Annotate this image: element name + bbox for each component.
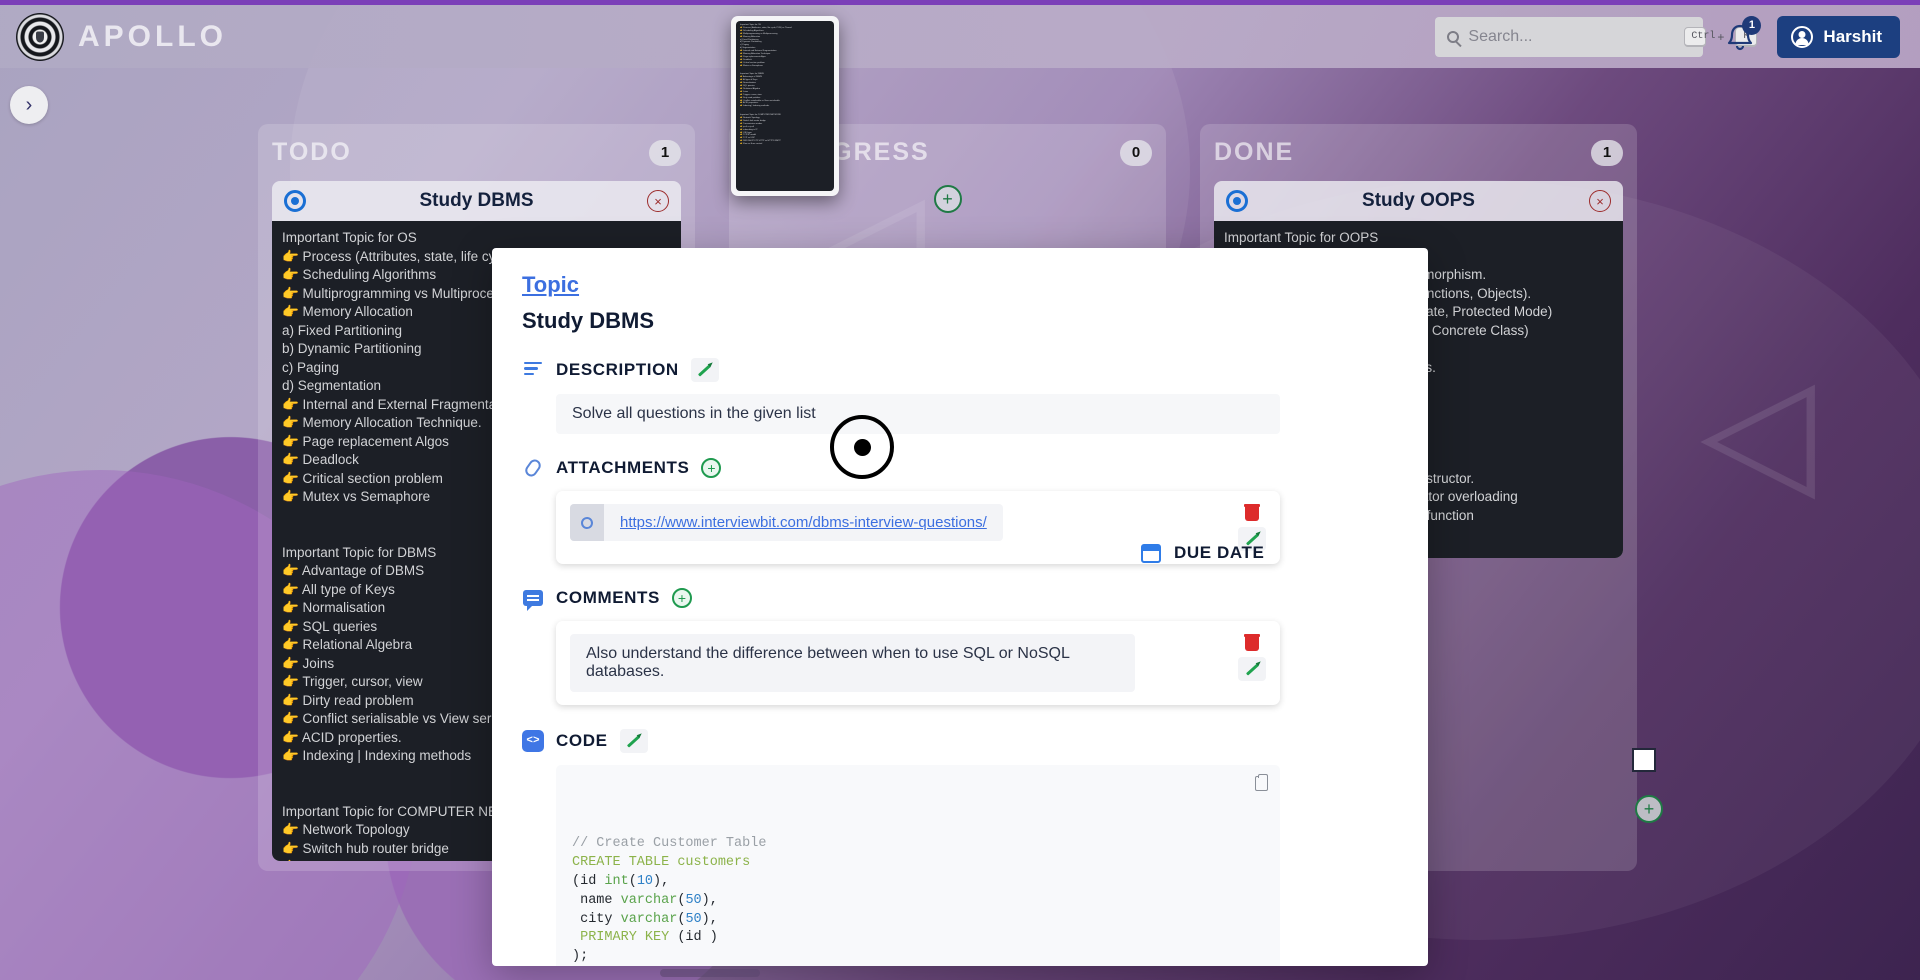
copy-code-button[interactable] [1255,774,1268,791]
modal-title: Study DBMS [522,308,654,333]
pencil-icon [1245,662,1259,676]
calendar-icon [1140,543,1162,563]
add-card-button-done[interactable]: + [1635,795,1663,823]
delete-attachment-button[interactable] [1244,504,1260,521]
code-icon: <> [522,730,544,752]
column-title: TODO [272,138,352,166]
column-count-badge: 0 [1120,139,1152,166]
code-line: // Create Customer Table [572,836,767,852]
attachment-url[interactable]: https://www.interviewbit.com/dbms-interv… [604,504,1003,541]
code-lines: // Create Customer Table CREATE TABLE cus… [572,835,1264,966]
delete-card-button[interactable]: × [647,190,669,212]
column-header: DONE 1 [1214,138,1623,167]
attachments-section-header: ATTACHMENTS + [522,457,1398,479]
description-label: DESCRIPTION [556,360,679,379]
notification-badge: 1 [1742,15,1762,35]
code-line: CREATE TABLE customers [572,855,751,871]
code-block: // Create Customer Table CREATE TABLE cus… [556,765,1280,966]
nav-right-group: Ctrl + K 1 Harshit [1435,15,1900,58]
column-title: DONE [1214,138,1295,166]
drag-preview-content: Important Topic for OS 👉 Process (Attrib… [736,21,834,191]
comment-actions [1238,634,1266,681]
cursor-indicator [830,415,894,479]
add-attachment-button[interactable]: + [701,458,722,478]
column-header: TODO 1 [272,138,681,167]
code-line: city varchar(50), [572,911,718,927]
description-icon [522,362,544,378]
code-line: PRIMARY KEY (id ) [572,930,718,946]
delete-card-button[interactable]: × [1589,190,1611,212]
link-icon [570,504,604,541]
code-line: name varchar(50), [572,892,718,908]
kbd-plus: + [1717,29,1725,44]
kbd-ctrl: Ctrl [1684,26,1715,47]
comments-section-header: COMMENTS + [522,588,1398,611]
due-date-section: DUE DATE [1140,543,1264,563]
attachments-label: ATTACHMENTS [556,458,690,477]
card-header: Study DBMS × [272,181,681,221]
avatar [1791,25,1814,48]
code-line: (id int(10), [572,873,670,889]
topic-link[interactable]: Topic [522,272,1398,298]
edit-comment-button[interactable] [1238,657,1266,681]
target-icon [284,190,306,212]
user-name: Harshit [1823,26,1882,46]
selection-square-marker [1632,748,1656,772]
horizontal-scrollbar[interactable] [660,969,760,977]
card-title: Study DBMS [419,190,534,211]
due-date-label: DUE DATE [1174,543,1265,562]
target-icon [1226,190,1248,212]
search-box[interactable]: Ctrl + K [1435,16,1758,57]
decorative-arrow-icon: ◁ [1700,343,1816,517]
pencil-icon [698,363,712,377]
description-section-header: DESCRIPTION [522,358,1398,382]
code-section-header: <> CODE [522,729,1398,753]
brand-logo[interactable]: APOLLO [16,12,227,61]
paperclip-icon [522,457,544,479]
comment-icon [522,590,544,611]
card-title: Study OOPS [1362,190,1475,211]
search-icon [1447,30,1460,43]
code-label: CODE [556,731,608,750]
comment-text[interactable]: Also understand the difference between w… [570,634,1135,692]
drag-preview-thumbnail: Important Topic for OS 👉 Process (Attrib… [731,16,839,196]
add-card-button-inprogress[interactable]: + [933,185,962,213]
description-value[interactable]: Solve all questions in the given list [556,394,1280,434]
pencil-icon [626,734,641,748]
top-navigation-bar: APOLLO Ctrl + K 1 Harshit [0,0,1920,68]
delete-comment-button[interactable] [1244,634,1260,651]
brand-name: APOLLO [78,19,227,53]
edit-code-button[interactable] [619,729,648,753]
add-comment-button[interactable]: + [671,588,692,608]
comments-label: COMMENTS [556,588,660,607]
sidebar-toggle-button[interactable]: › [10,86,48,124]
column-count-badge: 1 [649,139,681,166]
comment-row: Also understand the difference between w… [556,621,1280,705]
notifications-button[interactable]: 1 [1725,15,1762,53]
card-header: Study OOPS × [1214,181,1623,221]
task-detail-modal: Topic Study DBMS DESCRIPTION Solve all q… [492,248,1428,966]
user-menu-button[interactable]: Harshit [1777,15,1900,58]
attachment-chip[interactable]: https://www.interviewbit.com/dbms-interv… [570,504,1003,541]
column-count-badge: 1 [1591,139,1623,166]
code-line: ); [572,949,589,965]
cursor-dot [853,438,871,456]
apollo-seal-icon [16,12,64,61]
search-input[interactable] [1468,27,1676,46]
edit-description-button[interactable] [690,358,719,382]
